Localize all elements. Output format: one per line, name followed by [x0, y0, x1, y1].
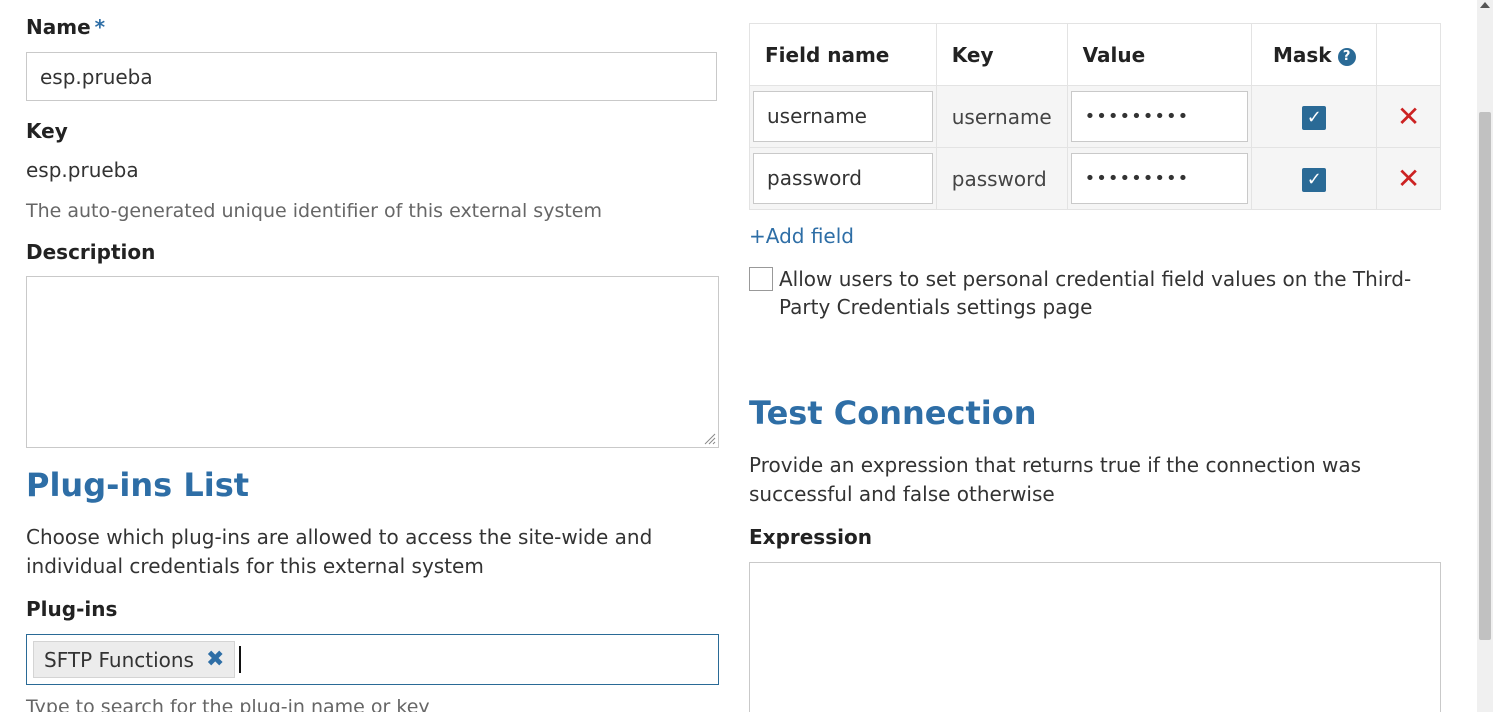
name-input[interactable]: esp.prueba — [26, 52, 717, 101]
table-header-row: Field name Key Value Mask? — [749, 23, 1441, 86]
column-header-mask: Mask? — [1251, 23, 1378, 86]
key-value: esp.prueba — [26, 158, 139, 182]
value-cell: ••••••••• — [1066, 85, 1253, 148]
value-input[interactable]: ••••••••• — [1070, 91, 1249, 142]
key-label: Key — [26, 119, 68, 143]
name-label: Name * — [26, 15, 105, 39]
description-textarea[interactable] — [26, 276, 719, 448]
tag-remove-icon[interactable]: ✖ — [206, 647, 224, 672]
plugins-help-text: Type to search for the plug-in name or k… — [26, 696, 430, 712]
key-help-text: The auto-generated unique identifier of … — [26, 200, 602, 222]
plugins-picker-input[interactable]: SFTP Functions ✖ — [26, 634, 719, 685]
expression-label: Expression — [749, 525, 872, 549]
field-name-cell: password — [749, 147, 937, 210]
plugin-tag-sftp-functions: SFTP Functions ✖ — [33, 641, 236, 678]
column-header-key: Key — [935, 23, 1068, 86]
test-connection-title: Test Connection — [749, 394, 1037, 432]
remove-row-icon[interactable]: ✕ — [1397, 162, 1420, 195]
resize-handle-icon[interactable] — [704, 433, 716, 445]
description-label: Description — [26, 240, 156, 264]
allow-personal-credentials-label[interactable]: Allow users to set personal credential f… — [779, 265, 1419, 321]
mask-cell: ✓ — [1251, 147, 1378, 210]
credential-fields-table: Field name Key Value Mask? username user… — [749, 23, 1441, 210]
mask-checkbox[interactable]: ✓ — [1302, 167, 1327, 192]
external-system-form-page: Name * esp.prueba Key esp.prueba The auto… — [0, 0, 1493, 712]
field-name-input[interactable]: password — [753, 153, 933, 204]
value-cell: ••••••••• — [1066, 147, 1253, 210]
column-header-value: Value — [1066, 23, 1253, 86]
scroll-up-arrow-icon[interactable] — [1480, 2, 1490, 8]
plugins-list-title: Plug-ins List — [26, 466, 250, 504]
plugin-tag-label: SFTP Functions — [44, 647, 194, 672]
expression-editor[interactable] — [749, 562, 1441, 712]
help-icon[interactable]: ? — [1337, 47, 1356, 66]
table-row: username username ••••••••• ✓ ✕ — [749, 85, 1441, 148]
mask-checkbox[interactable]: ✓ — [1302, 105, 1327, 130]
plugins-label: Plug-ins — [26, 597, 118, 621]
text-caret — [239, 646, 241, 673]
remove-cell: ✕ — [1376, 147, 1441, 210]
mask-cell: ✓ — [1251, 85, 1378, 148]
remove-cell: ✕ — [1376, 85, 1441, 148]
add-field-link[interactable]: +Add field — [749, 224, 854, 248]
key-cell: password — [935, 147, 1068, 210]
column-header-field-name: Field name — [749, 23, 937, 86]
column-header-actions — [1376, 23, 1441, 86]
key-cell: username — [935, 85, 1068, 148]
test-connection-description: Provide an expression that returns true … — [749, 453, 1362, 506]
remove-row-icon[interactable]: ✕ — [1397, 100, 1420, 133]
field-name-cell: username — [749, 85, 937, 148]
field-name-input[interactable]: username — [753, 91, 933, 142]
name-label-text: Name — [26, 15, 91, 39]
value-input[interactable]: ••••••••• — [1070, 153, 1249, 204]
table-row: password password ••••••••• ✓ ✕ — [749, 147, 1441, 210]
plugins-list-description: Choose which plug-ins are allowed to acc… — [26, 525, 653, 578]
allow-personal-credentials-checkbox[interactable] — [749, 267, 773, 291]
scrollbar-thumb[interactable] — [1479, 112, 1491, 640]
required-mark: * — [94, 15, 106, 39]
mask-header-label: Mask — [1272, 42, 1332, 67]
vertical-scrollbar[interactable] — [1477, 0, 1493, 712]
